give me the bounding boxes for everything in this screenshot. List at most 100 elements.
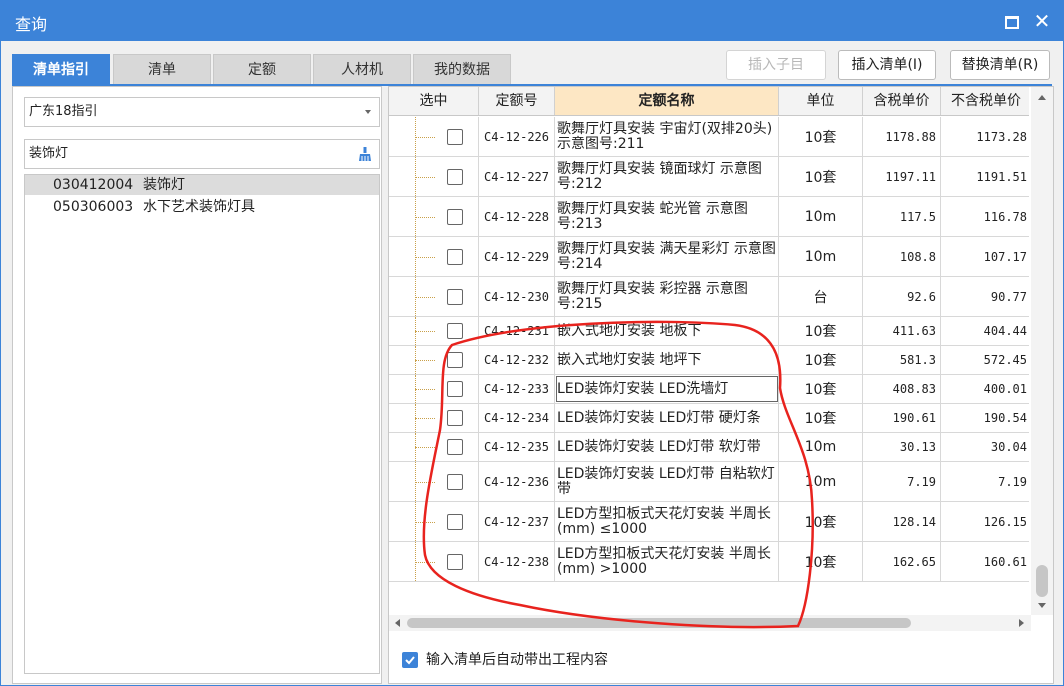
tab-list[interactable]: 清单 — [113, 54, 211, 85]
replace-list-button[interactable]: 替换清单(R) — [950, 50, 1050, 80]
row-notax-price: 572.45 — [983, 353, 1027, 367]
scroll-right-icon[interactable] — [1019, 619, 1024, 627]
col-select[interactable]: 选中 — [389, 87, 479, 115]
row-checkbox[interactable] — [447, 439, 463, 455]
table-row[interactable]: C4-12-238 LED方型扣板式天花灯安装 半周长(mm) >1000 10套 1… — [389, 542, 1029, 582]
row-notax-price: 404.44 — [983, 324, 1027, 338]
table-row[interactable]: C4-12-235 LED装饰灯安装 LED灯带 软灯带 10m 30.13 30.04 — [389, 433, 1029, 462]
tree-branch — [415, 136, 435, 138]
vertical-scrollbar[interactable] — [1031, 87, 1053, 615]
row-unit: 10m — [779, 237, 863, 276]
tab-labor-material[interactable]: 人材机 — [313, 54, 411, 85]
list-item[interactable]: 050306003 水下艺术装饰灯具 — [25, 197, 379, 217]
guide-search-input[interactable]: 装饰灯 — [24, 139, 380, 169]
row-notax-price: 160.61 — [983, 554, 1027, 569]
row-unit: 10套 — [779, 542, 863, 581]
insert-list-button[interactable]: 插入清单(I) — [838, 50, 936, 80]
row-notax-price: 107.17 — [983, 249, 1027, 264]
auto-content-checkbox[interactable] — [402, 652, 418, 668]
row-checkbox[interactable] — [447, 352, 463, 368]
table-row[interactable]: C4-12-229 歌舞厅灯具安装 满天星彩灯 示意图号:214 10m 108.8 1… — [389, 237, 1029, 277]
horizontal-scrollbar[interactable] — [389, 615, 1031, 631]
row-checkbox[interactable] — [447, 323, 463, 339]
row-unit: 10套 — [779, 317, 863, 345]
table-row[interactable]: C4-12-237 LED方型扣板式天花灯安装 半周长(mm) ≤1000 10套 1… — [389, 502, 1029, 542]
table-row[interactable]: C4-12-233 LED装饰灯安装 LED洗墙灯 10套 408.83 400.01 — [389, 375, 1029, 404]
row-name: 嵌入式地灯安装 地板下 — [555, 317, 779, 345]
row-checkbox[interactable] — [447, 381, 463, 397]
guide-library-select[interactable]: 广东18指引 — [24, 97, 380, 127]
scroll-down-icon[interactable] — [1038, 603, 1046, 608]
row-name: 歌舞厅灯具安装 满天星彩灯 示意图号:214 — [555, 237, 779, 276]
row-notax-price: 126.15 — [983, 514, 1027, 529]
col-code[interactable]: 定额号 — [479, 87, 555, 115]
row-select-cell — [389, 375, 479, 403]
vertical-scroll-thumb[interactable] — [1036, 565, 1048, 597]
row-name: LED装饰灯安装 LED灯带 自粘软灯带 — [555, 462, 779, 501]
row-select-cell — [389, 462, 479, 501]
col-notax-price[interactable]: 不含税单价 — [941, 87, 1031, 115]
list-item[interactable]: 030412004 装饰灯 — [25, 175, 379, 195]
checkmark-icon — [405, 656, 415, 665]
col-name[interactable]: 定额名称 — [555, 87, 779, 115]
table-row[interactable]: C4-12-228 歌舞厅灯具安装 蛇光管 示意图号:213 10m 117.5 116… — [389, 197, 1029, 237]
row-code: C4-12-232 — [479, 346, 555, 374]
row-name: 歌舞厅灯具安装 宇宙灯(双排20头) 示意图号:211 — [555, 117, 779, 156]
row-checkbox[interactable] — [447, 168, 463, 185]
table-row[interactable]: C4-12-234 LED装饰灯安装 LED灯带 硬灯条 10套 190.61 190.… — [389, 404, 1029, 433]
col-unit[interactable]: 单位 — [779, 87, 863, 115]
row-checkbox[interactable] — [447, 128, 463, 145]
broom-clear-icon[interactable] — [357, 146, 373, 162]
maximize-button[interactable] — [1001, 10, 1023, 32]
insert-child-button[interactable]: 插入子目 — [726, 50, 826, 80]
table-row[interactable]: C4-12-232 嵌入式地灯安装 地坪下 10套 581.3 572.45 — [389, 346, 1029, 375]
row-checkbox[interactable] — [447, 553, 463, 570]
table-row[interactable]: C4-12-230 歌舞厅灯具安装 彩控器 示意图号:215 台 92.6 90.77 — [389, 277, 1029, 317]
row-select-cell — [389, 117, 479, 156]
tab-my-data[interactable]: 我的数据 — [413, 54, 511, 85]
table-row[interactable]: C4-12-231 嵌入式地灯安装 地板下 10套 411.63 404.44 — [389, 317, 1029, 346]
row-notax-price: 116.78 — [983, 209, 1027, 224]
row-checkbox[interactable] — [447, 473, 463, 490]
horizontal-scroll-thumb[interactable] — [407, 618, 911, 628]
guide-item-list: 030412004 装饰灯 050306003 水下艺术装饰灯具 — [24, 174, 380, 674]
row-code: C4-12-238 — [479, 542, 555, 581]
col-tax-price[interactable]: 含税单价 — [863, 87, 941, 115]
row-select-cell — [389, 404, 479, 432]
row-select-cell — [389, 197, 479, 236]
row-select-cell — [389, 433, 479, 461]
row-tax-price: 108.8 — [863, 237, 941, 276]
table-row[interactable]: C4-12-226 歌舞厅灯具安装 宇宙灯(双排20头) 示意图号:211 10套 1… — [389, 117, 1029, 157]
row-checkbox[interactable] — [447, 410, 463, 426]
row-name: 歌舞厅灯具安装 镜面球灯 示意图号:212 — [555, 157, 779, 196]
row-notax-price: 190.54 — [983, 411, 1027, 425]
window-title: 查询 — [15, 15, 48, 34]
row-name: LED装饰灯安装 LED灯带 硬灯条 — [555, 404, 779, 432]
title-bar[interactable]: 查询 ✕ — [1, 1, 1063, 41]
close-button[interactable]: ✕ — [1031, 10, 1053, 32]
row-checkbox[interactable] — [447, 288, 463, 305]
row-code: C4-12-236 — [479, 462, 555, 501]
table-row[interactable]: C4-12-227 歌舞厅灯具安装 镜面球灯 示意图号:212 10套 1197.11… — [389, 157, 1029, 197]
tree-branch — [415, 176, 435, 178]
scroll-left-icon[interactable] — [395, 619, 400, 627]
row-tax-price: 581.3 — [863, 346, 941, 374]
row-tax-price: 92.6 — [863, 277, 941, 316]
row-unit: 10套 — [779, 375, 863, 403]
tree-branch — [415, 216, 435, 218]
row-unit: 10套 — [779, 346, 863, 374]
table-row[interactable]: C4-12-236 LED装饰灯安装 LED灯带 自粘软灯带 10m 7.19 7.19 — [389, 462, 1029, 502]
row-checkbox[interactable] — [447, 513, 463, 530]
row-tax-price: 1197.11 — [863, 157, 941, 196]
row-checkbox[interactable] — [447, 208, 463, 225]
tab-list-guide[interactable]: 清单指引 — [12, 54, 110, 85]
tab-quota[interactable]: 定额 — [213, 54, 311, 85]
row-checkbox[interactable] — [447, 248, 463, 265]
row-name: 歌舞厅灯具安装 蛇光管 示意图号:213 — [555, 197, 779, 236]
chevron-down-icon — [365, 110, 371, 114]
row-tax-price: 117.5 — [863, 197, 941, 236]
list-item-code: 030412004 — [53, 177, 134, 193]
row-tax-price: 190.61 — [863, 404, 941, 432]
close-icon: ✕ — [1033, 9, 1051, 33]
scroll-up-icon[interactable] — [1038, 95, 1046, 100]
